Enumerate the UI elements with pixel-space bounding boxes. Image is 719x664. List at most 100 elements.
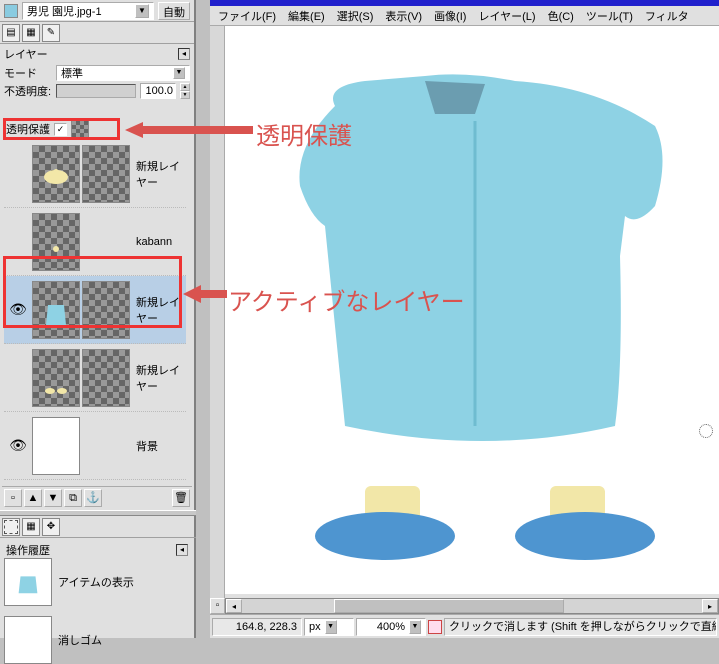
raise-layer-button[interactable]: ▲ (24, 489, 42, 507)
layer-thumbnail[interactable] (32, 281, 80, 339)
menu-filters[interactable]: フィルタ (641, 6, 693, 26)
mode-label: モード (4, 65, 52, 81)
opacity-label: 不透明度: (4, 83, 52, 99)
status-zoom-select[interactable]: 400% ▼ (356, 618, 426, 636)
new-layer-button[interactable]: ▫ (4, 489, 22, 507)
history-panel-title: 操作履歴 (6, 542, 50, 558)
history-thumbnail (4, 616, 52, 664)
menu-image[interactable]: 画像(I) (430, 6, 470, 26)
history-item-label: アイテムの表示 (58, 574, 134, 590)
auto-button[interactable]: 自動 (158, 2, 190, 20)
panel-collapse-icon[interactable]: ◂ (178, 48, 190, 60)
history-dock-tabs: ▦ ✥ (0, 516, 196, 538)
brush-cursor-icon (699, 424, 713, 438)
layers-tab-icon[interactable]: ▤ (2, 24, 20, 42)
scroll-left-button[interactable]: ◂ (226, 599, 242, 613)
status-unit-value: px (309, 621, 321, 633)
channels-tab-icon[interactable]: ▦ (22, 24, 40, 42)
opacity-row: 不透明度: 100.0 ▲▼ (0, 82, 194, 100)
layer-mask-thumbnail[interactable] (82, 145, 130, 203)
history-panel-header: 操作履歴 ◂ (2, 540, 192, 560)
status-unit-select[interactable]: px ▼ (304, 618, 354, 636)
layer-name[interactable]: 新規レイヤー (132, 294, 186, 326)
layer-item[interactable]: kabann (4, 208, 186, 276)
transparency-lock-checkbox[interactable]: ✓ (54, 123, 67, 136)
scroll-thumb[interactable] (334, 599, 564, 613)
status-bar: 164.8, 228.3 px ▼ 400% ▼ クリックで消します (Shif… (210, 614, 719, 638)
layer-mask-thumbnail[interactable] (82, 281, 130, 339)
layer-name[interactable]: kabann (132, 236, 186, 248)
history-tab-icon[interactable] (2, 518, 20, 536)
menu-layer[interactable]: レイヤー(L) (474, 6, 539, 26)
annotation-arrow-icon (125, 120, 253, 140)
layer-mask-thumbnail[interactable] (82, 349, 130, 407)
blend-mode-select[interactable]: 標準 ▼ (56, 65, 190, 81)
menu-view[interactable]: 表示(V) (381, 6, 426, 26)
vertical-ruler (210, 26, 225, 598)
layer-item[interactable]: 👁 背景 (4, 412, 186, 480)
status-hint: クリックで消します (Shift を押しながらクリックで直線を引く、Ctrl を… (444, 618, 717, 636)
layers-dock-tabs: ▤ ▦ ✎ (0, 22, 194, 44)
lower-layer-button[interactable]: ▼ (44, 489, 62, 507)
layer-item[interactable]: 新規レイヤー (4, 140, 186, 208)
blend-mode-row: モード 標準 ▼ (0, 64, 194, 82)
annotation-arrow-icon (183, 283, 227, 305)
image-selector-text: 男児 園児.jpg-1 (27, 3, 102, 19)
history-item[interactable]: アイテムの表示 (4, 558, 190, 606)
horizontal-scrollbar[interactable]: ◂ ▸ (225, 598, 719, 614)
left-dock: 男児 園児.jpg-1 ▼ 自動 ▤ ▦ ✎ レイヤー ◂ モード 標準 ▼ 不… (0, 0, 196, 638)
status-coords: 164.8, 228.3 (212, 618, 302, 636)
menu-bar: ファイル(F) 編集(E) 選択(S) 表示(V) 画像(I) レイヤー(L) … (210, 6, 719, 26)
history-item[interactable]: 消しゴム (4, 616, 190, 664)
history-thumbnail (4, 558, 52, 606)
status-zoom-value: 400% (377, 621, 405, 633)
status-swatch-icon (428, 620, 442, 634)
menu-edit[interactable]: 編集(E) (284, 6, 329, 26)
layers-panel-header: レイヤー ◂ (0, 44, 194, 64)
transparency-lock-row: 透明保護 ✓ (6, 120, 89, 138)
menu-tools[interactable]: ツール(T) (582, 6, 637, 26)
layer-visibility-toggle[interactable]: 👁 (4, 437, 32, 454)
menu-file[interactable]: ファイル(F) (214, 6, 280, 26)
dropdown-arrow-icon[interactable]: ▼ (409, 620, 421, 634)
layer-name[interactable]: 新規レイヤー (132, 362, 186, 394)
image-thumb-icon (4, 4, 18, 18)
opacity-spinner[interactable]: ▲▼ (180, 83, 190, 99)
selection-tab-icon[interactable]: ▦ (22, 518, 40, 536)
dropdown-arrow-icon[interactable]: ▼ (173, 67, 185, 79)
duplicate-layer-button[interactable]: ⧉ (64, 489, 82, 507)
blend-mode-value: 標準 (61, 65, 83, 81)
layer-thumbnail[interactable] (32, 349, 80, 407)
layer-item-active[interactable]: 👁 新規レイヤー (4, 276, 186, 344)
annotation-label: 透明保護 (256, 116, 352, 151)
dropdown-arrow-icon[interactable]: ▼ (135, 4, 149, 18)
annotation-label: アクティブなレイヤー (228, 282, 465, 317)
opacity-slider[interactable] (56, 84, 136, 98)
anchor-layer-button[interactable]: ⚓ (84, 489, 102, 507)
layer-name[interactable]: 新規レイヤー (132, 158, 186, 190)
menu-colors[interactable]: 色(C) (544, 6, 578, 26)
transparency-checker-icon (71, 120, 89, 138)
menu-select[interactable]: 選択(S) (333, 6, 378, 26)
dropdown-arrow-icon[interactable]: ▼ (325, 620, 337, 634)
layer-buttons-row: ▫ ▲ ▼ ⧉ ⚓ 🗑 (2, 486, 192, 510)
image-window: ファイル(F) 編集(E) 選択(S) 表示(V) 画像(I) レイヤー(L) … (210, 0, 719, 638)
layer-visibility-toggle[interactable]: 👁 (4, 301, 32, 318)
layer-thumbnail[interactable] (32, 145, 80, 203)
layer-item[interactable]: 新規レイヤー (4, 344, 186, 412)
delete-layer-button[interactable]: 🗑 (172, 489, 190, 507)
scroll-track[interactable] (242, 599, 702, 613)
history-item-label: 消しゴム (58, 632, 102, 648)
layer-thumbnail[interactable] (32, 417, 80, 475)
paths-tab-icon[interactable]: ✎ (42, 24, 60, 42)
opacity-value[interactable]: 100.0 (140, 83, 176, 99)
layer-name[interactable]: 背景 (132, 438, 186, 454)
panel-collapse-icon[interactable]: ◂ (176, 544, 188, 556)
image-selector-bar: 男児 園児.jpg-1 ▼ 自動 (0, 0, 194, 22)
layer-list: 新規レイヤー kabann 👁 新規レイヤー 新規レイヤー (4, 140, 186, 480)
image-selector-dropdown[interactable]: 男児 園児.jpg-1 ▼ (22, 2, 154, 20)
layer-thumbnail[interactable] (32, 213, 80, 271)
quick-mask-toggle[interactable]: ▫ (210, 598, 225, 614)
navigation-tab-icon[interactable]: ✥ (42, 518, 60, 536)
scroll-right-button[interactable]: ▸ (702, 599, 718, 613)
